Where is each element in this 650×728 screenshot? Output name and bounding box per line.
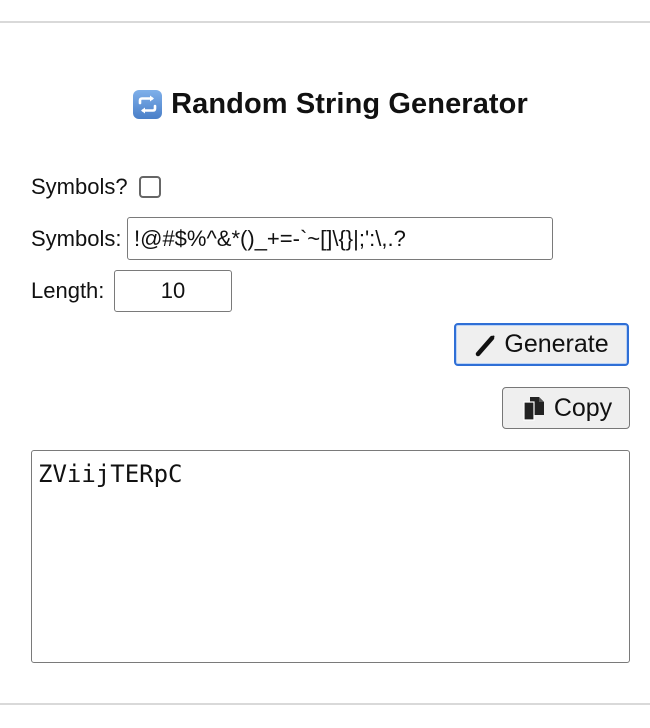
generate-button-label: Generate — [504, 330, 609, 358]
symbols-checkbox[interactable] — [139, 176, 161, 198]
symbols-toggle-label: Symbols? — [31, 174, 128, 199]
repeat-arrows-icon — [132, 89, 163, 120]
magic-wand-icon — [474, 333, 498, 357]
generate-button[interactable]: Generate — [454, 323, 629, 366]
copy-button-label: Copy — [553, 393, 613, 422]
output-textarea[interactable]: ZViijTERpC — [31, 450, 630, 663]
bottom-divider — [0, 703, 650, 705]
symbols-input[interactable] — [127, 217, 553, 260]
copy-button[interactable]: Copy — [502, 387, 630, 429]
top-divider — [0, 21, 650, 23]
copy-icon — [520, 394, 548, 422]
length-label: Length: — [31, 278, 105, 303]
symbols-label: Symbols: — [31, 226, 122, 251]
page-title: Random String Generator — [171, 87, 528, 120]
length-input[interactable] — [114, 270, 232, 312]
page-header: Random String Generator — [0, 84, 650, 124]
